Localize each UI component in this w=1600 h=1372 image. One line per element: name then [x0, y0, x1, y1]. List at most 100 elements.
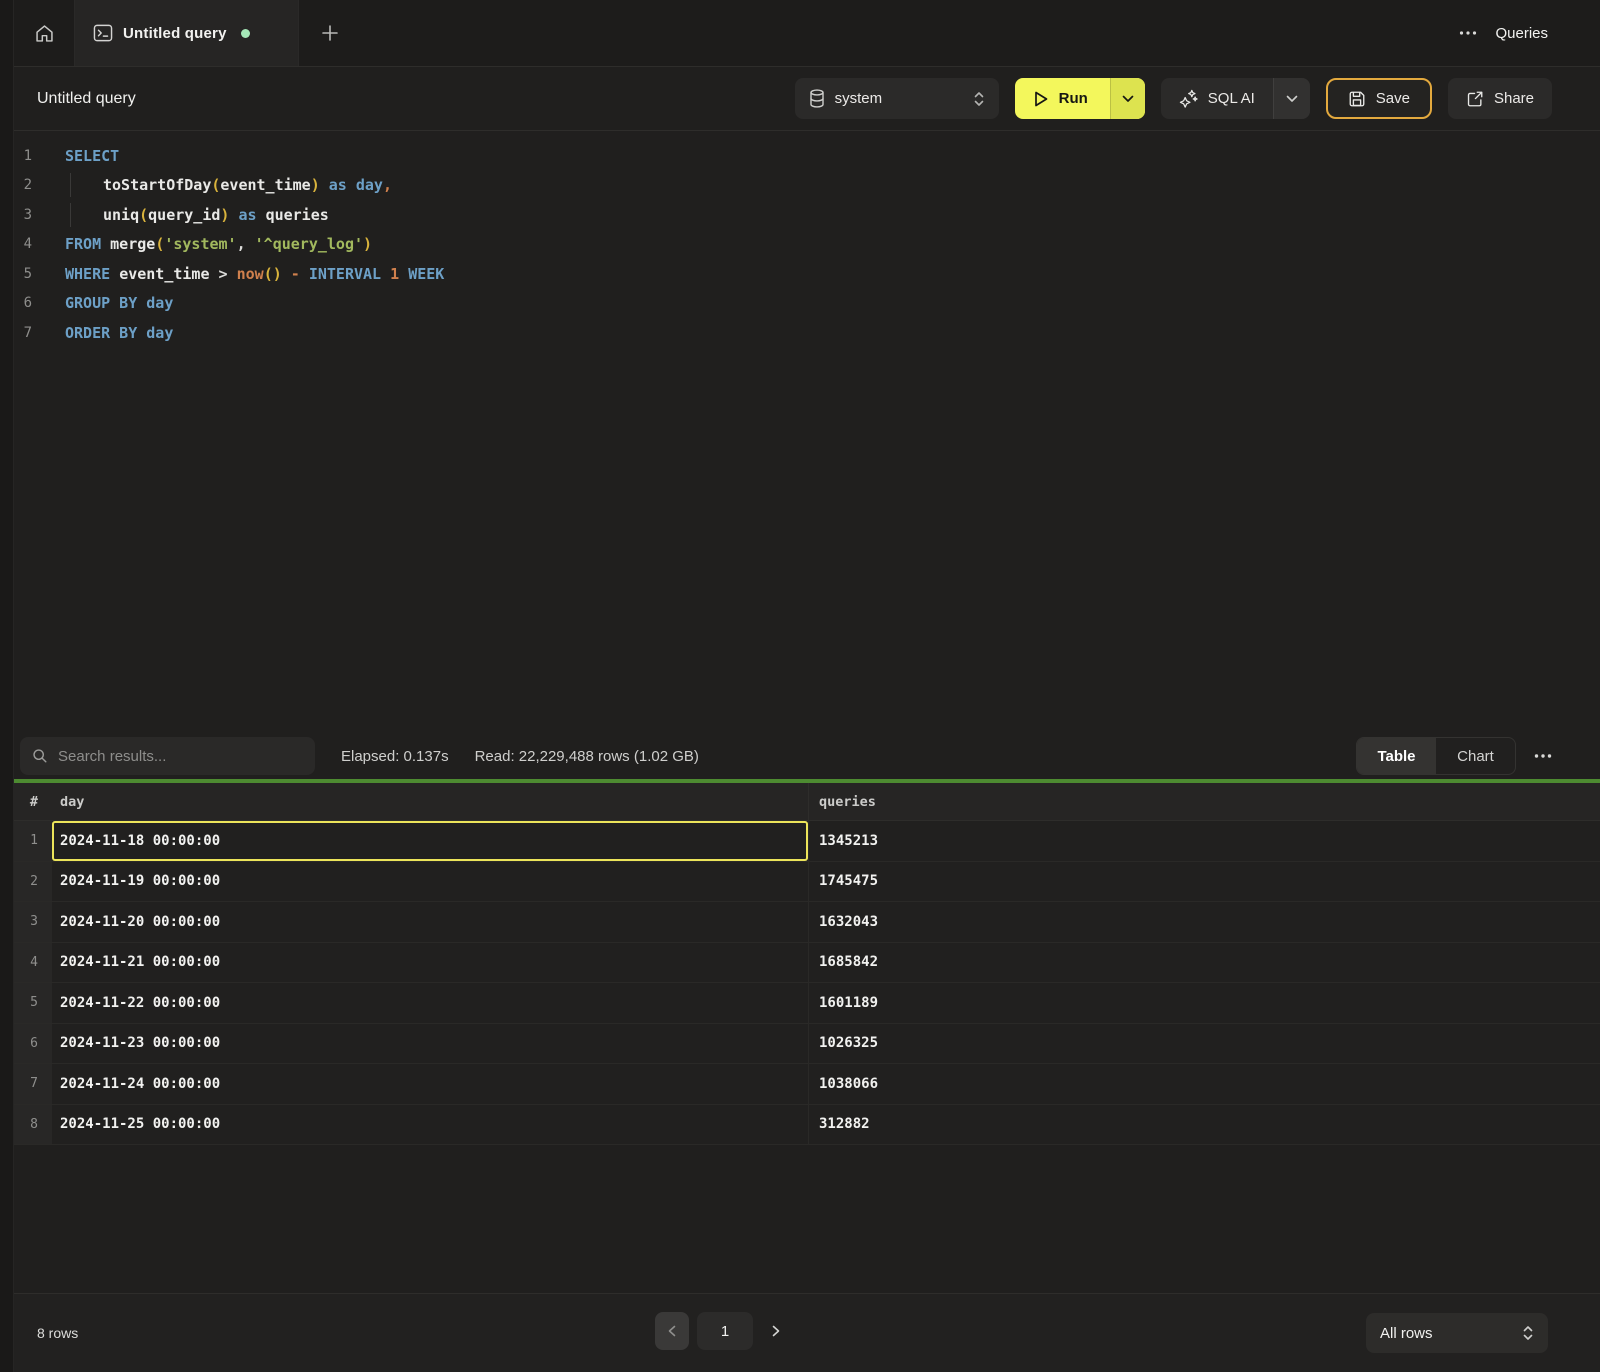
database-icon [809, 89, 825, 108]
table-row[interactable]: 12024-11-18 00:00:001345213 [0, 821, 1600, 862]
cell-queries[interactable]: 1038066 [808, 1064, 1600, 1104]
tab-title: Untitled query [123, 25, 227, 42]
updown-chevron-icon [1522, 1324, 1534, 1342]
cell-queries[interactable]: 1026325 [808, 1024, 1600, 1064]
table-row[interactable]: 32024-11-20 00:00:001632043 [0, 902, 1600, 943]
code-line[interactable]: 3uniq(query_id) as queries [0, 200, 1600, 230]
queries-menu[interactable]: Queries [1495, 25, 1548, 42]
page-size-selector[interactable]: All rows [1366, 1313, 1548, 1353]
code-text: toStartOfDay(event_time) as day, [46, 176, 392, 194]
code-text: GROUP BY day [46, 294, 173, 312]
pagination: 1 [655, 1312, 791, 1350]
read-stat: Read: 22,229,488 rows (1.02 GB) [475, 748, 699, 765]
code-lines: 1SELECT2toStartOfDay(event_time) as day,… [0, 141, 1600, 348]
cell-queries[interactable]: 1601189 [808, 983, 1600, 1023]
cell-day-selected[interactable]: 2024-11-18 00:00:00 [52, 821, 808, 861]
table-row[interactable]: 82024-11-25 00:00:00312882 [0, 1105, 1600, 1146]
code-line[interactable]: 6GROUP BY day [0, 289, 1600, 319]
chevron-left-icon [668, 1325, 676, 1337]
cell-queries[interactable]: 1632043 [808, 902, 1600, 942]
play-icon [1033, 90, 1049, 108]
database-selector[interactable]: system [795, 78, 999, 119]
database-selector-value: system [835, 90, 963, 107]
cell-day[interactable]: 2024-11-23 00:00:00 [52, 1024, 808, 1064]
table-row[interactable]: 42024-11-21 00:00:001685842 [0, 943, 1600, 984]
column-header-queries[interactable]: queries [808, 783, 1600, 820]
share-button-label: Share [1494, 90, 1534, 107]
updown-chevron-icon [973, 90, 985, 108]
view-toggle: Table Chart [1356, 737, 1516, 775]
window-edge-strip [0, 0, 14, 1372]
cell-day[interactable]: 2024-11-21 00:00:00 [52, 943, 808, 983]
cell-day[interactable]: 2024-11-24 00:00:00 [52, 1064, 808, 1104]
code-line[interactable]: 7ORDER BY day [0, 318, 1600, 348]
sql-ai-options-button[interactable] [1273, 78, 1310, 119]
results-toolbar: Elapsed: 0.137s Read: 22,229,488 rows (1… [0, 733, 1600, 779]
cell-day[interactable]: 2024-11-19 00:00:00 [52, 862, 808, 902]
ellipsis-icon [1534, 753, 1552, 759]
run-button-label: Run [1059, 90, 1088, 107]
tab-untitled-query[interactable]: Untitled query [75, 0, 299, 66]
tab-table[interactable]: Table [1357, 738, 1436, 774]
results-more-button[interactable] [1534, 753, 1552, 759]
sql-ai-button[interactable]: SQL AI [1161, 78, 1273, 119]
run-button-group: Run [1015, 78, 1145, 119]
code-text: WHERE event_time > now() - INTERVAL 1 WE… [46, 265, 444, 283]
elapsed-stat: Elapsed: 0.137s [341, 748, 449, 765]
cell-queries[interactable]: 1745475 [808, 862, 1600, 902]
rows-count-label: 8 rows [37, 1325, 78, 1341]
next-page-button[interactable] [761, 1312, 791, 1350]
cell-queries[interactable]: 1685842 [808, 943, 1600, 983]
current-page-button[interactable]: 1 [697, 1312, 753, 1350]
query-header: Untitled query system [0, 67, 1600, 131]
tab-bar: Untitled query Queries [0, 0, 1600, 67]
search-icon [32, 748, 48, 764]
plus-icon [321, 24, 339, 42]
chevron-down-icon [1286, 95, 1298, 103]
previous-page-button[interactable] [655, 1312, 689, 1350]
share-button[interactable]: Share [1448, 78, 1552, 119]
indent-guide [70, 173, 71, 197]
run-options-button[interactable] [1110, 78, 1145, 119]
results-footer: 8 rows 1 All rows [0, 1293, 1600, 1372]
column-header-day[interactable]: day [52, 794, 808, 810]
page-size-value: All rows [1380, 1325, 1512, 1342]
search-results-box [20, 737, 315, 775]
save-button[interactable]: Save [1326, 78, 1432, 119]
cell-day[interactable]: 2024-11-25 00:00:00 [52, 1105, 808, 1145]
new-tab-button[interactable] [299, 0, 361, 66]
code-line[interactable]: 1SELECT [0, 141, 1600, 171]
terminal-icon [93, 24, 113, 42]
run-button[interactable]: Run [1015, 78, 1110, 119]
ellipsis-icon [1459, 30, 1477, 36]
indent-guide [70, 203, 71, 227]
search-results-input[interactable] [58, 748, 303, 765]
cell-queries[interactable]: 1345213 [808, 821, 1600, 861]
tab-chart[interactable]: Chart [1436, 738, 1515, 774]
sparkles-icon [1179, 89, 1198, 108]
cell-day[interactable]: 2024-11-20 00:00:00 [52, 902, 808, 942]
chevron-down-icon [1122, 95, 1134, 103]
table-row[interactable]: 62024-11-23 00:00:001026325 [0, 1024, 1600, 1065]
code-text: SELECT [46, 147, 119, 165]
sql-ai-button-group: SQL AI [1161, 78, 1310, 119]
external-link-icon [1466, 90, 1484, 108]
cell-queries[interactable]: 312882 [808, 1105, 1600, 1145]
cell-day[interactable]: 2024-11-22 00:00:00 [52, 983, 808, 1023]
save-button-label: Save [1376, 90, 1410, 107]
page-title: Untitled query [37, 90, 136, 108]
table-row[interactable]: 22024-11-19 00:00:001745475 [0, 862, 1600, 903]
code-text: uniq(query_id) as queries [46, 206, 329, 224]
code-line[interactable]: 4FROM merge('system', '^query_log') [0, 230, 1600, 260]
sql-editor[interactable]: 1SELECT2toStartOfDay(event_time) as day,… [0, 131, 1600, 733]
more-options-button[interactable] [1459, 30, 1477, 36]
unsaved-changes-dot [241, 29, 250, 38]
home-icon [34, 23, 55, 44]
code-text: ORDER BY day [46, 324, 173, 342]
table-row[interactable]: 52024-11-22 00:00:001601189 [0, 983, 1600, 1024]
chevron-right-icon [772, 1325, 780, 1337]
code-line[interactable]: 5WHERE event_time > now() - INTERVAL 1 W… [0, 259, 1600, 289]
code-line[interactable]: 2toStartOfDay(event_time) as day, [0, 171, 1600, 201]
home-button[interactable] [14, 0, 75, 66]
table-row[interactable]: 72024-11-24 00:00:001038066 [0, 1064, 1600, 1105]
